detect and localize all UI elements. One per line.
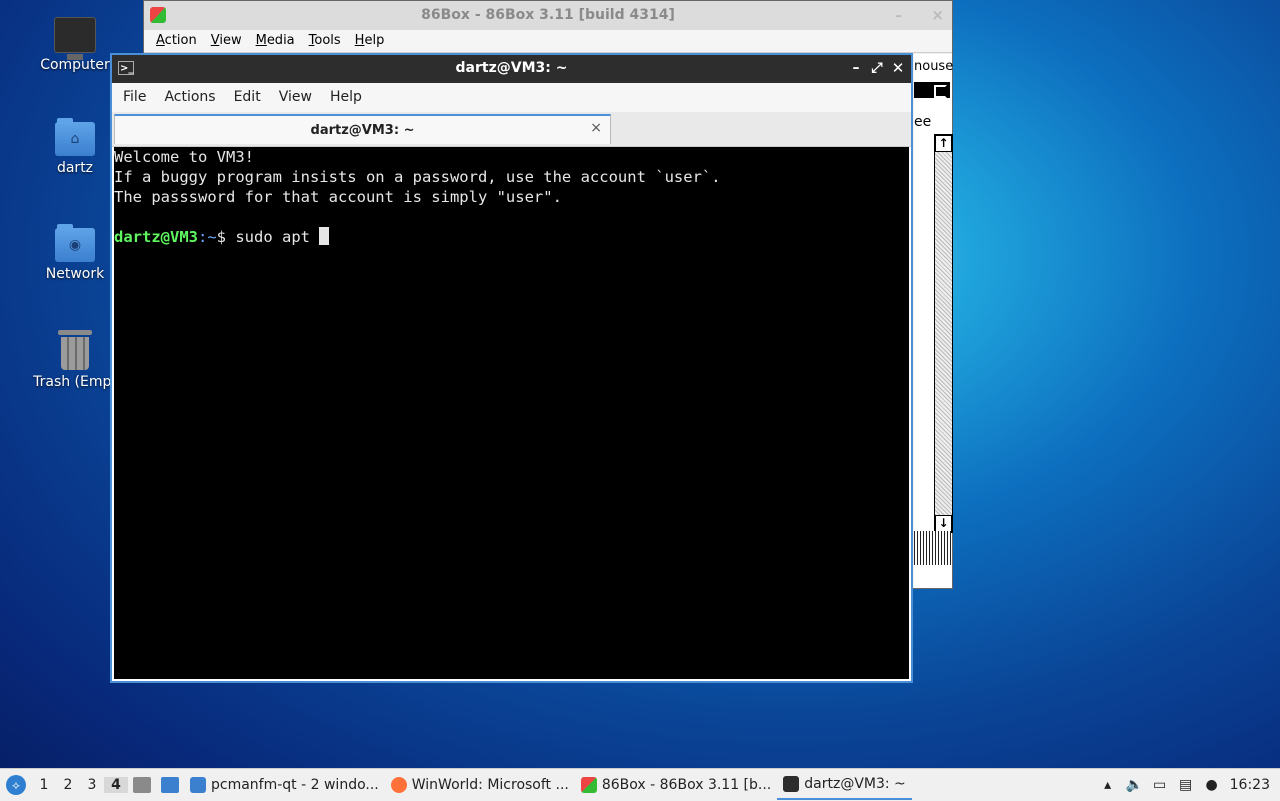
workspace-1[interactable]: 1 [32,777,56,793]
clock[interactable]: 16:23 [1230,777,1270,793]
86box-titlebar[interactable]: 86Box - 86Box 3.11 [build 4314] – × [144,1,952,30]
86box-menubar: Action View Media Tools Help [144,30,952,53]
close-icon[interactable]: × [931,6,944,24]
task-terminal[interactable]: dartz@VM3: ~ [777,770,912,800]
folder-icon [190,777,206,793]
terminal-output[interactable]: Welcome to VM3! If a buggy program insist… [114,147,909,679]
taskbar: ⟡ 1 2 3 4 pcmanfm-qt - 2 windo... WinWor… [0,768,1280,801]
tab-label: dartz@VM3: ~ [310,123,415,138]
menu-tools[interactable]: Tools [302,30,348,52]
home-folder-icon: ⌂ [55,118,95,156]
86box-title: 86Box - 86Box 3.11 [build 4314] [421,7,675,23]
menu-help[interactable]: Help [348,30,392,52]
network-folder-icon: ◉ [55,224,95,262]
trash-icon [58,330,92,370]
terminal-tab[interactable]: dartz@VM3: ~ × [114,114,611,144]
emulated-text-mouse: nouse [914,59,954,74]
emulated-window-controls [914,82,950,98]
terminal-titlebar[interactable]: >_ dartz@VM3: ~ – ⤢ ✕ [112,55,911,83]
workspace-4[interactable]: 4 [104,777,128,793]
terminal-icon [783,776,800,792]
task-label: pcmanfm-qt - 2 windo... [211,777,379,793]
workspace-2[interactable]: 2 [56,777,80,793]
menu-actions[interactable]: Actions [155,83,224,112]
menu-file[interactable]: File [114,83,155,112]
terminal-title: dartz@VM3: ~ [455,60,568,76]
network-icon[interactable]: ▭ [1152,777,1168,793]
terminal-menubar: File Actions Edit View Help [112,83,911,112]
firefox-icon [390,777,407,793]
menu-view[interactable]: View [270,83,321,112]
terminal-window[interactable]: >_ dartz@VM3: ~ – ⤢ ✕ File Actions Edit … [110,53,913,683]
output-line: Welcome to VM3! [114,148,254,166]
prompt-path: :~ [198,228,217,246]
scroll-down-arrow-icon[interactable]: ↓ [935,515,952,532]
computer-icon [54,17,96,60]
minimize-button[interactable]: – [847,59,865,77]
task-pcmanfm[interactable]: pcmanfm-qt - 2 windo... [184,771,385,799]
volume-icon[interactable]: 🔈 [1126,777,1143,793]
tray-up-arrow-icon[interactable]: ▴ [1100,777,1116,793]
task-firefox[interactable]: WinWorld: Microsoft ... [385,771,575,799]
emulated-pattern [914,531,951,565]
emulated-scrollbar[interactable]: ↑ ↓ [934,134,953,533]
menu-edit[interactable]: Edit [225,83,270,112]
command-text: sudo apt [235,228,320,246]
close-button[interactable]: ✕ [889,59,907,77]
file-manager-icon[interactable] [161,777,179,793]
task-label: 86Box - 86Box 3.11 [b... [601,777,772,793]
menu-view[interactable]: View [204,30,249,52]
prompt-symbol: $ [216,228,236,246]
task-label: dartz@VM3: ~ [804,776,906,792]
show-desktop-icon[interactable] [133,777,151,793]
86box-icon [580,777,597,793]
tab-close-icon[interactable]: × [590,120,602,136]
prompt-line: dartz@VM3:~$ sudo apt [114,227,909,247]
text-cursor [319,227,330,245]
prompt-user: dartz@VM3 [114,228,198,246]
menu-action[interactable]: Action [149,30,204,52]
terminal-tabbar: dartz@VM3: ~ × [112,112,911,147]
output-line: If a buggy program insists on a password… [114,168,721,186]
clipboard-icon[interactable]: ▤ [1178,777,1194,793]
task-86box[interactable]: 86Box - 86Box 3.11 [b... [575,771,777,799]
maximize-button[interactable]: ⤢ [868,59,886,77]
menu-media[interactable]: Media [249,30,302,52]
system-tray: ▴ 🔈 ▭ ▤ ● 16:23 [1100,777,1280,793]
emulated-text-ee: ee [914,114,932,130]
start-menu-icon[interactable]: ⟡ [6,775,26,795]
minimize-icon[interactable]: – [895,8,902,24]
86box-emulated-screen[interactable]: nouse ee ↑ ↓ [914,54,954,588]
output-line: The passsword for that account is simply… [114,188,562,206]
notification-icon[interactable]: ● [1204,777,1220,793]
workspace-3[interactable]: 3 [80,777,104,793]
menu-help[interactable]: Help [321,83,371,112]
scroll-up-arrow-icon[interactable]: ↑ [935,135,952,152]
task-label: WinWorld: Microsoft ... [411,777,569,793]
